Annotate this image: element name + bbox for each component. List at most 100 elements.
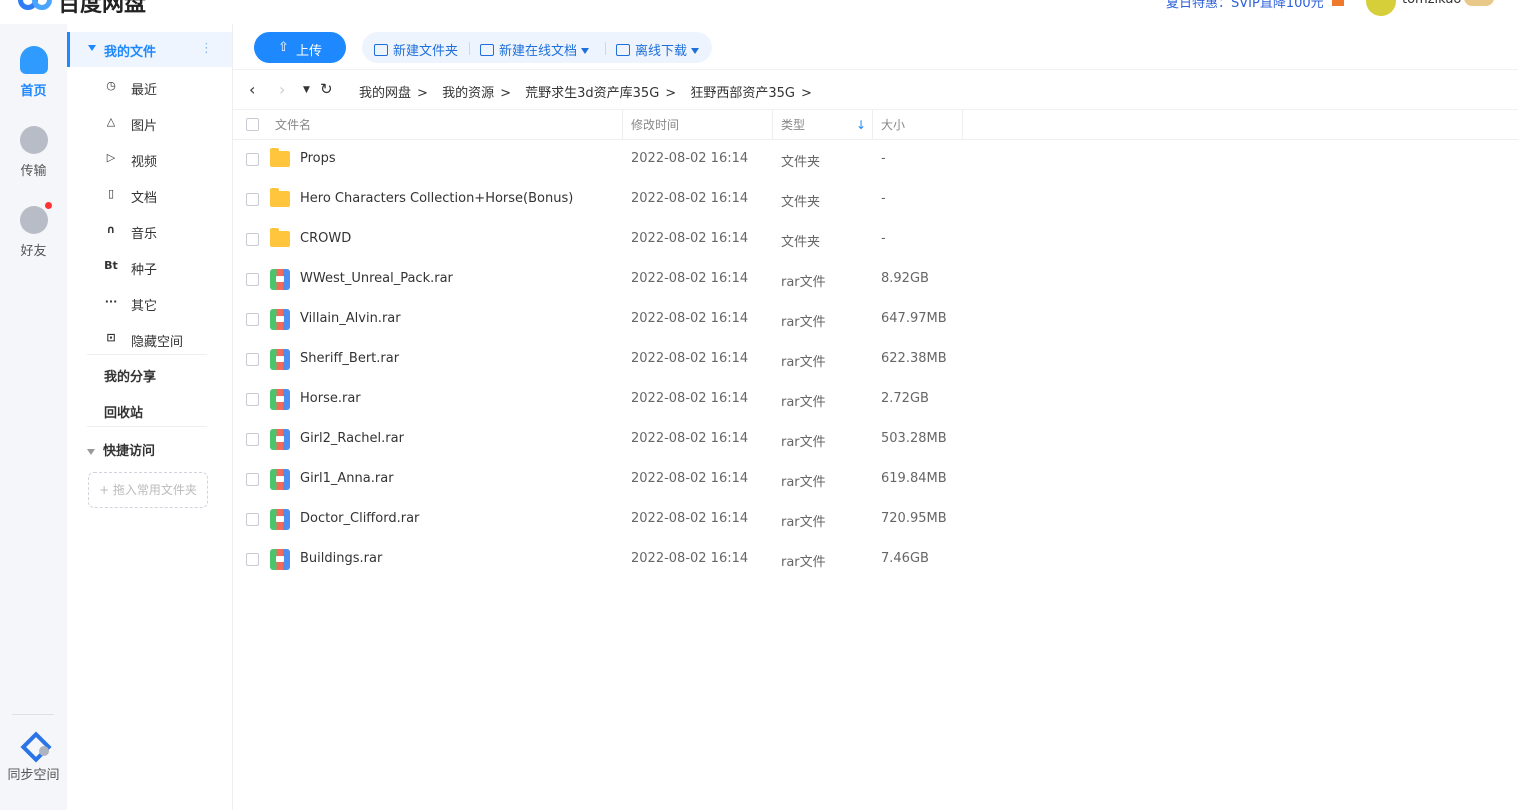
gift-icon[interactable] [1332, 0, 1344, 6]
rail-item-transfer[interactable]: 传输 [0, 126, 67, 179]
column-header-modified[interactable]: 修改时间 [623, 110, 773, 140]
quick-access-drop-zone[interactable]: + 拖入常用文件夹 [88, 472, 208, 508]
rail-item-label: 好友 [20, 244, 47, 259]
file-size: - [881, 151, 886, 166]
rail-item-home[interactable]: 首页 [0, 46, 67, 99]
history-dropdown-icon[interactable]: ▼ [303, 85, 310, 95]
table-row[interactable]: Buildings.rar 2022-08-02 16:14 rar文件 7.46GB [233, 540, 1518, 580]
column-header-type[interactable]: 类型 ↓ [773, 110, 873, 140]
table-row[interactable]: WWest_Unreal_Pack.rar 2022-08-02 16:14 rar… [233, 260, 1518, 300]
row-checkbox[interactable] [246, 233, 259, 246]
sidebar-item-my-files[interactable]: 我的文件 ⋮ [67, 32, 232, 67]
row-checkbox[interactable] [246, 313, 259, 326]
sidebar-item-label: 种子 [131, 263, 158, 278]
file-name[interactable]: Buildings.rar [300, 551, 382, 566]
file-type: 文件夹 [781, 155, 821, 170]
file-name[interactable]: Sheriff_Bert.rar [300, 351, 399, 366]
file-size: 8.92GB [881, 271, 929, 286]
file-modified: 2022-08-02 16:14 [631, 351, 749, 366]
username[interactable]: tomzikao [1402, 0, 1461, 7]
table-row[interactable]: Horse.rar 2022-08-02 16:14 rar文件 2.72GB [233, 380, 1518, 420]
rar-archive-icon [270, 269, 290, 290]
sidebar-item-videos[interactable]: ▷ 视频 [67, 140, 232, 176]
sidebar-item-label: 其它 [131, 299, 158, 314]
file-name[interactable]: Hero Characters Collection+Horse(Bonus) [300, 191, 573, 206]
sidebar-item-recycle-bin[interactable]: 回收站 [104, 402, 143, 421]
toolbar-divider [469, 42, 470, 55]
sidebar-item-documents[interactable]: ▯ 文档 [67, 176, 232, 212]
file-modified: 2022-08-02 16:14 [631, 311, 749, 326]
table-header: 文件名 修改时间 类型 ↓ 大小 [233, 110, 1518, 140]
promo-link[interactable]: 夏日特惠：SVIP直降100元 [1166, 0, 1324, 11]
new-folder-label: 新建文件夹 [393, 44, 459, 59]
file-name[interactable]: Props [300, 151, 336, 166]
vip-badge-icon[interactable] [1464, 0, 1494, 6]
sidebar-item-torrents[interactable]: Bt 种子 [67, 248, 232, 284]
file-name[interactable]: Villain_Alvin.rar [300, 311, 401, 326]
breadcrumb-separator: > [417, 86, 428, 101]
table-row[interactable]: Props 2022-08-02 16:14 文件夹 - [233, 140, 1518, 180]
new-folder-button[interactable]: 新建文件夹 [374, 40, 458, 59]
row-checkbox[interactable] [246, 513, 259, 526]
file-name[interactable]: WWest_Unreal_Pack.rar [300, 271, 453, 286]
column-header-size[interactable]: 大小 [873, 110, 963, 140]
video-icon: ▷ [106, 151, 116, 164]
breadcrumb-item[interactable]: 荒野求生3d资产库35G [525, 86, 659, 101]
row-checkbox[interactable] [246, 273, 259, 286]
toolbar-actions: 新建文件夹 新建在线文档 离线下载 [362, 32, 712, 63]
collapse-triangle-icon[interactable] [88, 45, 96, 51]
new-online-doc-button[interactable]: 新建在线文档 [480, 40, 590, 59]
table-row[interactable]: Girl2_Rachel.rar 2022-08-02 16:14 rar文件 503… [233, 420, 1518, 460]
file-name[interactable]: Girl2_Rachel.rar [300, 431, 404, 446]
refresh-icon[interactable]: ↻ [320, 80, 333, 98]
column-header-name[interactable]: 文件名 [267, 110, 623, 140]
file-name[interactable]: Doctor_Clifford.rar [300, 511, 419, 526]
avatar[interactable] [1366, 0, 1396, 16]
row-checkbox[interactable] [246, 193, 259, 206]
rail-item-label: 同步空间 [7, 768, 60, 783]
sidebar-item-other[interactable]: ··· 其它 [67, 284, 232, 320]
forward-arrow-icon[interactable]: › [279, 80, 285, 99]
file-type: rar文件 [781, 515, 826, 530]
file-name[interactable]: CROWD [300, 231, 351, 246]
table-row[interactable]: Girl1_Anna.rar 2022-08-02 16:14 rar文件 619.8… [233, 460, 1518, 500]
sidebar-item-recent[interactable]: ◷ 最近 [67, 68, 232, 104]
table-row[interactable]: CROWD 2022-08-02 16:14 文件夹 - [233, 220, 1518, 260]
breadcrumb-item[interactable]: 我的网盘 [359, 86, 411, 101]
table-row[interactable]: Sheriff_Bert.rar 2022-08-02 16:14 rar文件 622… [233, 340, 1518, 380]
file-name[interactable]: Girl1_Anna.rar [300, 471, 394, 486]
upload-button-label: 上传 [296, 44, 323, 59]
upload-button[interactable]: ⇧ 上传 [254, 32, 346, 63]
more-vertical-icon[interactable]: ⋮ [200, 41, 213, 56]
row-checkbox[interactable] [246, 553, 259, 566]
quick-access-header[interactable]: 快捷访问 [87, 440, 155, 459]
row-checkbox[interactable] [246, 353, 259, 366]
rail-item-friends[interactable]: 好友 [0, 202, 67, 259]
row-checkbox[interactable] [246, 153, 259, 166]
sidebar-item-label: 音乐 [131, 227, 158, 242]
file-modified: 2022-08-02 16:14 [631, 191, 749, 206]
breadcrumb-item[interactable]: 狂野西部资产35G [690, 86, 795, 101]
row-checkbox[interactable] [246, 393, 259, 406]
rail-item-sync-space[interactable]: 同步空间 [0, 734, 67, 783]
upload-icon: ⇧ [278, 40, 289, 55]
row-checkbox[interactable] [246, 433, 259, 446]
offline-download-button[interactable]: 离线下载 [616, 40, 700, 59]
row-checkbox[interactable] [246, 473, 259, 486]
table-row[interactable]: Hero Characters Collection+Horse(Bonus) 2… [233, 180, 1518, 220]
sync-space-icon [19, 734, 49, 758]
breadcrumb-item[interactable]: 我的资源 [442, 86, 494, 101]
table-row[interactable]: Doctor_Clifford.rar 2022-08-02 16:14 rar文件… [233, 500, 1518, 540]
sidebar-item-hidden-space[interactable]: ⊡ 隐藏空间 [67, 320, 232, 356]
sidebar-item-my-share[interactable]: 我的分享 [104, 366, 156, 385]
back-arrow-icon[interactable]: ‹ [249, 80, 255, 99]
file-name[interactable]: Horse.rar [300, 391, 361, 406]
sidebar-item-images[interactable]: △ 图片 [67, 104, 232, 140]
file-size: 7.46GB [881, 551, 929, 566]
breadcrumb: 我的网盘 > 我的资源 > 荒野求生3d资产库35G > 狂野西部资产35G > [359, 82, 822, 101]
document-plus-icon [480, 44, 494, 56]
table-row[interactable]: Villain_Alvin.rar 2022-08-02 16:14 rar文件 64… [233, 300, 1518, 340]
select-all-checkbox[interactable] [246, 118, 259, 131]
sidebar-item-music[interactable]: ∩ 音乐 [67, 212, 232, 248]
friends-icon [19, 202, 52, 234]
